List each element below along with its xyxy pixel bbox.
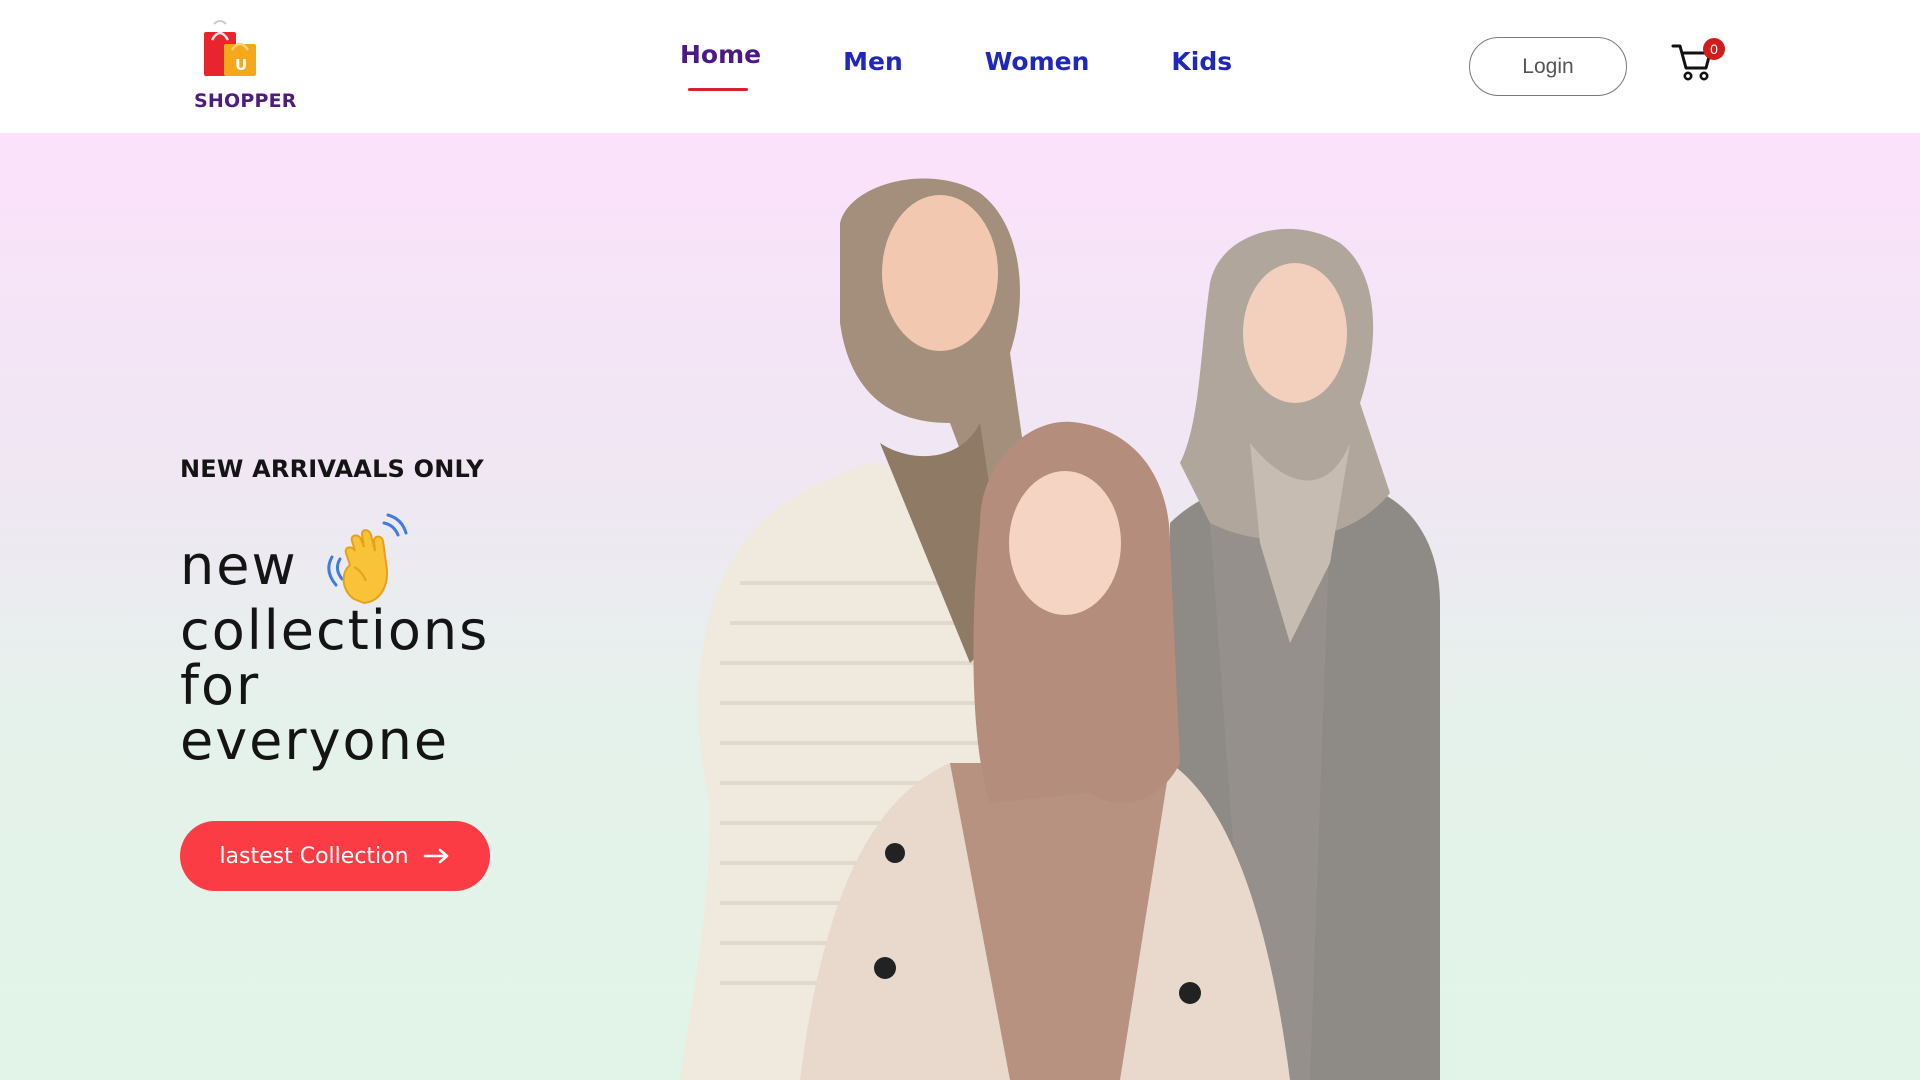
nav-item-home[interactable]: Home (664, 40, 777, 91)
nav-item-women[interactable]: Women (969, 47, 1106, 76)
hero-word-for: for (180, 654, 261, 717)
shopping-bags-icon: U (204, 20, 256, 76)
hero-headline: collections for everyone (180, 603, 489, 768)
hero-word-everyone: everyone (180, 709, 450, 772)
nav-item-label: Men (843, 47, 903, 76)
nav-item-men[interactable]: Men (827, 47, 919, 76)
nav-item-label: Kids (1171, 47, 1233, 76)
hero-word-collections: collections (180, 599, 490, 662)
latest-collection-button[interactable]: lastest Collection (180, 821, 490, 891)
cart-button[interactable]: 0 (1671, 38, 1727, 88)
brand-logo[interactable]: U SHOPPER (180, 16, 300, 120)
nav-item-kids[interactable]: Kids (1155, 47, 1248, 76)
hero-word-new: new (180, 533, 298, 597)
cart-count-badge: 0 (1703, 38, 1725, 60)
hero-models-image (680, 178, 1440, 1080)
hero-section: NEW ARRIVAALS ONLY new collections for e… (0, 133, 1920, 1080)
arrow-right-icon (423, 848, 448, 864)
nav-item-label: Women (984, 47, 1090, 76)
navbar: U SHOPPER Home Men Women Kids Login 0 (0, 0, 1920, 133)
main-nav: Home Men Women Kids (664, 40, 1248, 100)
nav-item-label: Home (680, 40, 762, 69)
cta-label: lastest Collection (219, 843, 409, 869)
svg-text:U: U (235, 56, 247, 74)
login-button[interactable]: Login (1469, 37, 1627, 96)
brand-name: SHOPPER (194, 90, 297, 112)
waving-hand-icon (326, 513, 408, 605)
active-nav-underline (688, 88, 748, 91)
hero-tagline: NEW ARRIVAALS ONLY (180, 455, 484, 483)
